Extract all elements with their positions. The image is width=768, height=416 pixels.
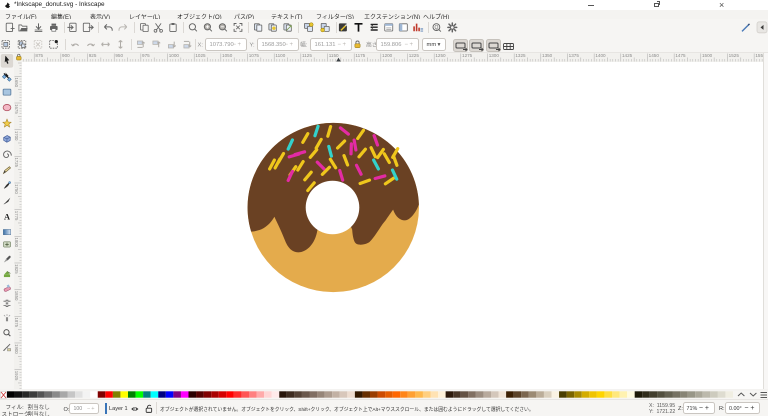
svg-text:1700: 1700 [14, 131, 19, 141]
svg-text:1225: 1225 [409, 53, 420, 58]
svg-text:1100: 1100 [275, 53, 285, 58]
svg-text:925: 925 [89, 53, 97, 58]
svg-text:950: 950 [115, 53, 123, 58]
svg-text:1350: 1350 [542, 53, 553, 58]
svg-text:1750: 1750 [14, 184, 19, 194]
svg-text:1300: 1300 [489, 53, 500, 58]
svg-text:1850: 1850 [14, 291, 19, 301]
svg-text:1375: 1375 [569, 53, 580, 58]
svg-text:1250: 1250 [435, 53, 446, 58]
svg-text:1500: 1500 [702, 53, 713, 58]
svg-text:1925: 1925 [14, 371, 19, 381]
svg-text:1175: 1175 [355, 53, 365, 58]
svg-text:1150: 1150 [329, 53, 339, 58]
svg-text:1050: 1050 [222, 53, 233, 58]
svg-text:A: A [4, 213, 10, 222]
svg-text:875: 875 [35, 53, 43, 58]
svg-text:1675: 1675 [14, 104, 19, 114]
svg-text:1275: 1275 [462, 53, 473, 58]
svg-text:1800: 1800 [14, 237, 19, 247]
svg-text:1525: 1525 [729, 53, 740, 58]
svg-text:975: 975 [142, 53, 150, 58]
svg-text:1025: 1025 [195, 53, 206, 58]
svg-text:900: 900 [62, 53, 70, 58]
svg-text:1000: 1000 [169, 53, 180, 58]
svg-text:1650: 1650 [14, 78, 19, 88]
svg-text:1400: 1400 [595, 53, 606, 58]
svg-text:1125: 1125 [302, 53, 312, 58]
svg-text:1075: 1075 [249, 53, 260, 58]
svg-text:1425: 1425 [622, 53, 633, 58]
svg-text:1875: 1875 [14, 317, 19, 327]
svg-text:1725: 1725 [14, 157, 19, 167]
svg-text:1200: 1200 [382, 53, 393, 58]
svg-text:1775: 1775 [14, 211, 19, 221]
svg-text:1900: 1900 [14, 344, 19, 354]
svg-text:1325: 1325 [515, 53, 526, 58]
svg-text:1450: 1450 [649, 53, 660, 58]
svg-text:1475: 1475 [675, 53, 686, 58]
svg-text:1825: 1825 [14, 264, 19, 274]
